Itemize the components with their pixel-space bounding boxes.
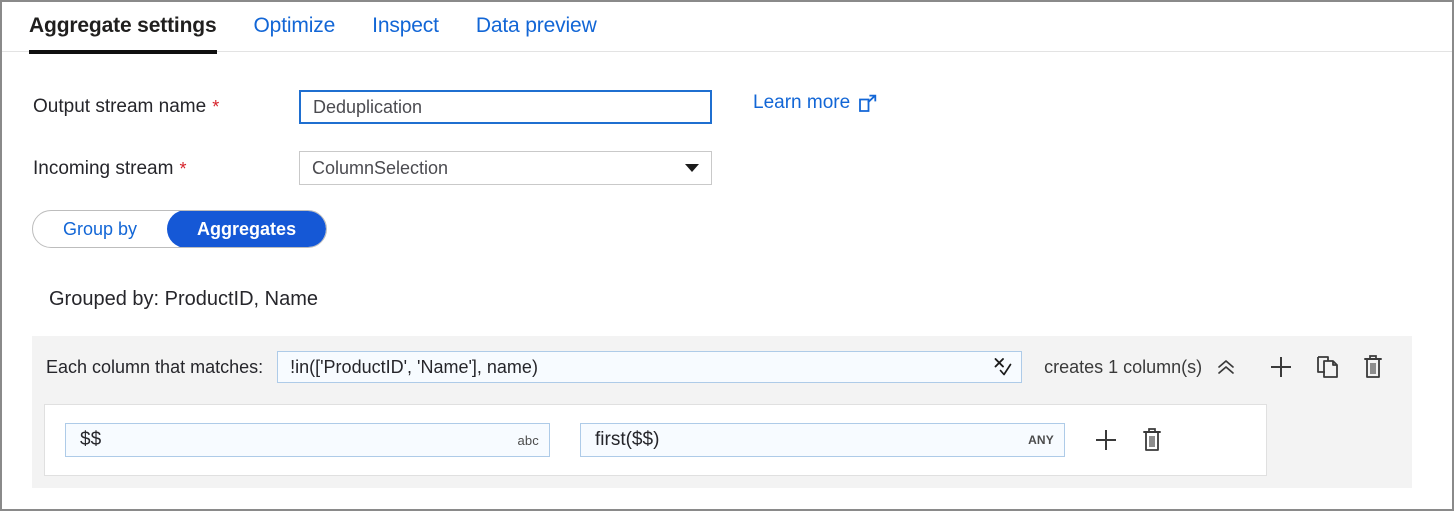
output-stream-name-input[interactable]: Deduplication — [299, 90, 712, 124]
incoming-stream-row: Incoming stream * — [33, 152, 186, 186]
toggle-aggregates[interactable]: Aggregates — [167, 210, 326, 248]
aggregate-expression-input[interactable]: first($$) ANY — [580, 423, 1065, 457]
output-stream-required-marker: * — [212, 97, 219, 118]
aggregate-expression-value: first($$) — [595, 429, 659, 451]
rule-header-row: Each column that matches: !in(['ProductI… — [32, 336, 1412, 398]
trash-icon[interactable] — [1362, 354, 1384, 380]
match-expression-value: !in(['ProductID', 'Name'], name) — [290, 357, 538, 378]
toggle-group-by[interactable]: Group by — [33, 210, 167, 248]
column-type-badge: abc — [517, 433, 539, 448]
learn-more-label: Learn more — [753, 92, 850, 114]
external-link-icon — [858, 94, 877, 113]
mode-toggle: Group by Aggregates — [32, 210, 327, 248]
output-stream-name-label: Output stream name — [33, 96, 206, 118]
tab-aggregate-settings[interactable]: Aggregate settings — [29, 15, 217, 38]
aggregate-column-card: $$ abc first($$) ANY — [44, 404, 1267, 476]
expression-builder-icon[interactable] — [991, 356, 1013, 378]
incoming-stream-value: ColumnSelection — [312, 158, 448, 179]
each-column-matches-label: Each column that matches: — [46, 357, 263, 378]
rule-actions — [1268, 354, 1384, 380]
incoming-stream-dropdown[interactable]: ColumnSelection — [299, 151, 712, 185]
expression-type-badge: ANY — [1028, 433, 1054, 447]
match-expression-input[interactable]: !in(['ProductID', 'Name'], name) — [277, 351, 1022, 383]
incoming-stream-label: Incoming stream — [33, 158, 173, 180]
chevron-up-icon[interactable] — [1216, 359, 1236, 375]
learn-more-link[interactable]: Learn more — [753, 92, 877, 114]
output-stream-name-value: Deduplication — [313, 97, 422, 118]
aggregate-settings-panel: Aggregate settings Optimize Inspect Data… — [0, 0, 1454, 511]
aggregate-column-name-input[interactable]: $$ abc — [65, 423, 550, 457]
grouped-by-summary: Grouped by: ProductID, Name — [49, 288, 318, 311]
creates-column-count-label: creates 1 column(s) — [1044, 357, 1202, 378]
aggregate-row-actions — [1093, 427, 1163, 453]
copy-icon[interactable] — [1316, 354, 1340, 380]
tab-optimize[interactable]: Optimize — [254, 15, 336, 38]
tab-data-preview[interactable]: Data preview — [476, 15, 597, 38]
tab-inspect[interactable]: Inspect — [372, 15, 439, 38]
aggregate-column-name-value: $$ — [80, 429, 101, 451]
output-stream-name-row: Output stream name * — [33, 90, 219, 124]
plus-icon[interactable] — [1268, 354, 1294, 380]
aggregate-rule-panel: Each column that matches: !in(['ProductI… — [32, 336, 1412, 488]
incoming-stream-required-marker: * — [179, 159, 186, 180]
chevron-down-icon — [685, 164, 699, 172]
trash-icon[interactable] — [1141, 427, 1163, 453]
plus-icon[interactable] — [1093, 427, 1119, 453]
tab-bar: Aggregate settings Optimize Inspect Data… — [2, 2, 1452, 52]
